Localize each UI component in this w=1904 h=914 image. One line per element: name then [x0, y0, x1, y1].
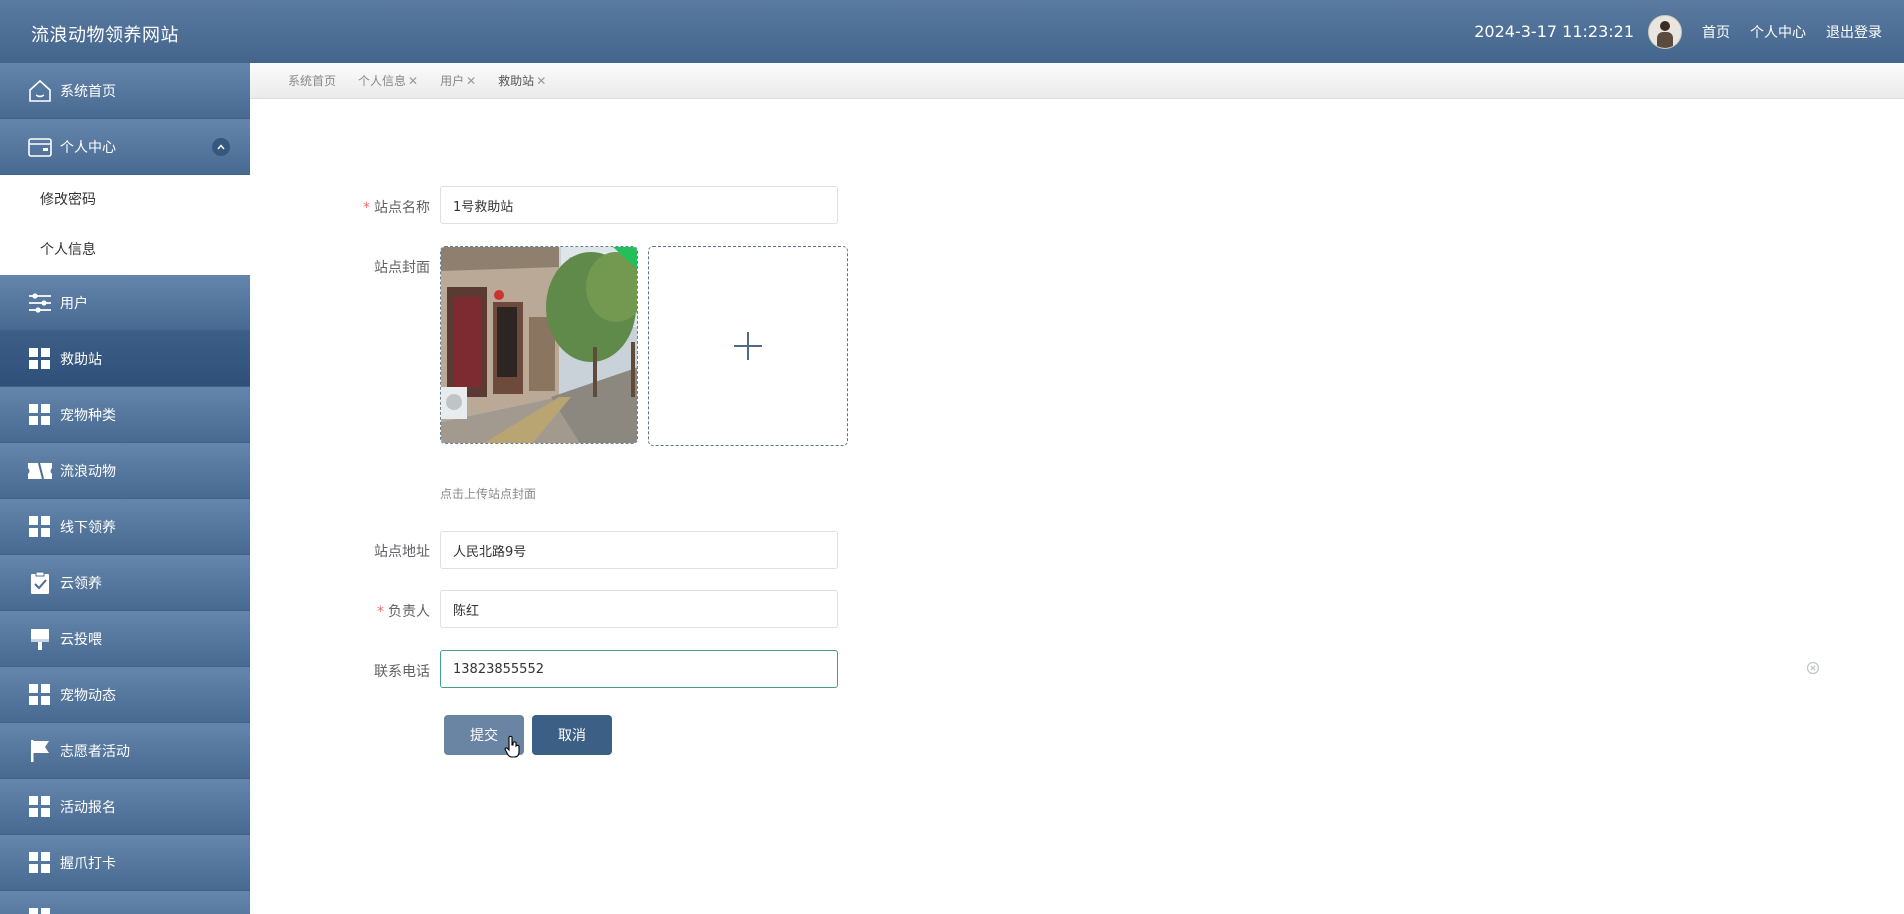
sidebar-item-offline-adoption[interactable]: 线下领养: [0, 499, 250, 555]
sidebar-item-label: 救助站: [60, 351, 102, 368]
manager-input[interactable]: [440, 590, 838, 628]
sidebar-item-label: 活动报名: [60, 799, 116, 816]
flag-icon: [27, 738, 53, 764]
sidebar-item-partial[interactable]: [0, 891, 250, 914]
site-title: 流浪动物领养网站: [31, 25, 179, 46]
sidebar-item-home[interactable]: 系统首页: [0, 63, 250, 119]
sidebar-item-volunteer-activity[interactable]: 志愿者活动: [0, 723, 250, 779]
profile-submenu: 修改密码 个人信息: [0, 175, 250, 275]
chevron-up-icon[interactable]: [212, 138, 230, 156]
close-icon[interactable]: ✕: [466, 74, 476, 88]
grid-icon: [27, 850, 53, 876]
ticket-icon: [27, 458, 53, 484]
sidebar-item-label: 流浪动物: [60, 463, 116, 480]
cover-label: 站点封面: [374, 260, 430, 276]
tab-system-home[interactable]: 系统首页: [288, 72, 336, 89]
clipboard-check-icon: [27, 570, 53, 596]
header-right: 2024-3-17 11:23:21 首页 个人中心 退出登录: [1474, 0, 1882, 63]
sidebar-item-paw-checkin[interactable]: 握爪打卡: [0, 835, 250, 891]
sidebar: 系统首页 个人中心 修改密码 个人信息 用户 救助站 宠物种类 流浪动物 线下领…: [0, 63, 250, 914]
current-datetime: 2024-3-17 11:23:21: [1474, 22, 1634, 41]
wallet-icon: [27, 134, 53, 160]
grid-icon: [27, 514, 53, 540]
sidebar-item-users[interactable]: 用户: [0, 275, 250, 331]
required-mark: *: [377, 604, 384, 620]
tab-label: 个人信息: [358, 74, 407, 88]
logout-link[interactable]: 退出登录: [1826, 22, 1882, 42]
sidebar-item-profile-center[interactable]: 个人中心: [0, 119, 250, 175]
close-icon[interactable]: ✕: [408, 74, 418, 88]
sidebar-item-label: 志愿者活动: [60, 743, 130, 760]
tab-personal-info[interactable]: 个人信息 ✕: [358, 72, 418, 89]
station-name-input[interactable]: [440, 186, 838, 224]
sidebar-item-cloud-feeding[interactable]: 云投喂: [0, 611, 250, 667]
tab-label: 系统首页: [288, 74, 337, 88]
tab-rescue-station[interactable]: 救助站 ✕: [498, 72, 546, 89]
grid-icon: [27, 682, 53, 708]
address-input[interactable]: [440, 531, 838, 569]
tab-users[interactable]: 用户 ✕: [440, 72, 476, 89]
home-link[interactable]: 首页: [1702, 22, 1730, 42]
brush-icon: [27, 626, 53, 652]
profile-link[interactable]: 个人中心: [1750, 22, 1806, 42]
cover-upload-button[interactable]: [648, 246, 848, 446]
plus-icon: [734, 332, 762, 360]
home-icon: [27, 78, 53, 104]
sliders-icon: [27, 290, 53, 316]
cover-upload-tip: 点击上传站点封面: [440, 487, 537, 501]
station-name-label: * 站点名称: [363, 200, 430, 216]
address-label: 站点地址: [374, 544, 430, 560]
tabs-bar: 系统首页 个人信息 ✕ 用户 ✕ 救助站 ✕: [250, 63, 1904, 99]
cancel-button[interactable]: 取消: [532, 715, 612, 755]
sidebar-item-cloud-adoption[interactable]: 云领养: [0, 555, 250, 611]
sidebar-item-label: 云投喂: [60, 631, 102, 648]
sidebar-item-label: 个人中心: [60, 139, 116, 156]
grid-icon: [27, 402, 53, 428]
manager-label: * 负责人: [377, 604, 430, 620]
grid-icon: [27, 794, 53, 820]
cover-image-thumbnail[interactable]: [440, 246, 638, 444]
tab-label: 救助站: [498, 74, 535, 88]
sidebar-item-pet-category[interactable]: 宠物种类: [0, 387, 250, 443]
sidebar-item-activity-signup[interactable]: 活动报名: [0, 779, 250, 835]
sidebar-item-stray-animals[interactable]: 流浪动物: [0, 443, 250, 499]
grid-icon: [27, 346, 53, 372]
hand-cursor-icon: [504, 735, 520, 758]
submenu-item-change-password[interactable]: 修改密码: [0, 175, 250, 225]
sidebar-item-label: 用户: [60, 295, 88, 312]
sidebar-item-label: 云领养: [60, 575, 102, 592]
sidebar-item-label: 宠物种类: [60, 407, 116, 424]
grid-icon: [27, 906, 53, 914]
sidebar-item-pet-news[interactable]: 宠物动态: [0, 667, 250, 723]
phone-input[interactable]: [440, 650, 838, 688]
sidebar-item-label: 宠物动态: [60, 687, 116, 704]
avatar[interactable]: [1648, 14, 1682, 49]
sidebar-item-rescue-station[interactable]: 救助站: [0, 331, 250, 387]
circle-close-icon[interactable]: [1806, 661, 1820, 675]
sidebar-item-label: 线下领养: [60, 519, 116, 536]
sidebar-item-label: 握爪打卡: [60, 855, 116, 872]
sidebar-item-label: 系统首页: [60, 83, 116, 100]
tab-label: 用户: [440, 74, 465, 88]
close-icon[interactable]: ✕: [536, 74, 546, 88]
required-mark: *: [363, 200, 370, 216]
top-header: 流浪动物领养网站 2024-3-17 11:23:21 首页 个人中心 退出登录: [0, 0, 1904, 63]
submenu-item-personal-info[interactable]: 个人信息: [0, 225, 250, 275]
phone-label: 联系电话: [374, 664, 430, 680]
